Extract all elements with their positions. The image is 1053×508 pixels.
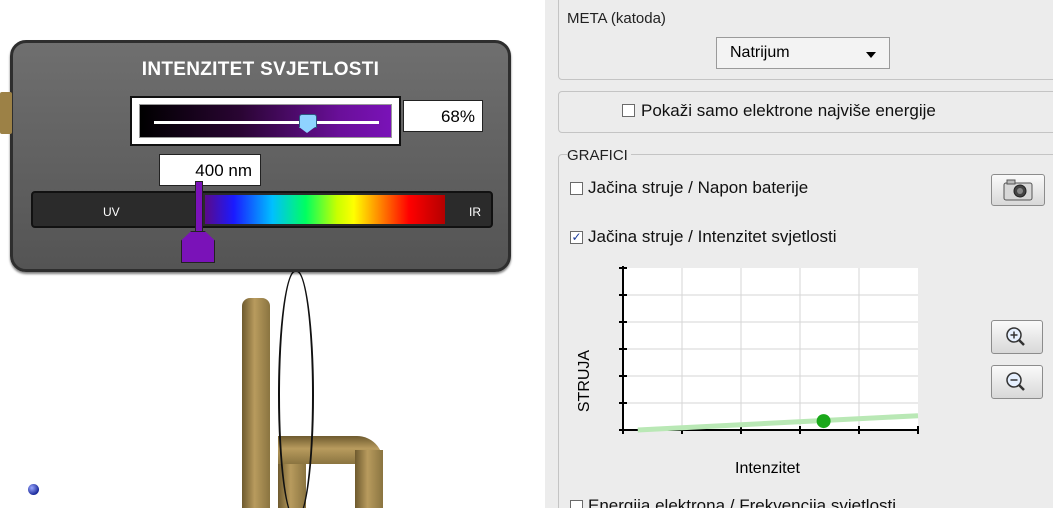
current-intensity-chart — [619, 266, 919, 434]
intensity-slider-track[interactable] — [139, 104, 392, 138]
intensity-slider-thumb-tip — [299, 127, 315, 133]
visible-spectrum — [205, 195, 445, 224]
wavelength-spectrum-slider[interactable]: UV IR — [31, 191, 493, 228]
panel-title: INTENZITET SVJETLOSTI — [141, 59, 380, 80]
ir-label: IR — [469, 205, 481, 219]
wavelength-value-field[interactable]: 400 nm — [159, 154, 261, 186]
intensity-slider-line — [154, 121, 379, 124]
intensity-slider[interactable] — [130, 96, 401, 146]
circuit-wire-down — [355, 450, 383, 508]
intensity-slider-thumb[interactable] — [299, 114, 317, 128]
simulation-area: INTENZITET SVJETLOSTI 68% 400 nm UV IR — [0, 0, 545, 508]
uv-label: UV — [103, 205, 120, 219]
circuit-wire-left — [242, 298, 270, 508]
intensity-value-field[interactable]: 68% — [403, 100, 483, 132]
electron-particle — [28, 484, 39, 495]
chart-x-axis-label: Intenzitet — [735, 460, 800, 477]
wavelength-marker — [195, 181, 203, 233]
wavelength-slider-thumb[interactable] — [181, 231, 215, 263]
light-beam — [278, 270, 314, 508]
chart-current-point — [816, 414, 831, 429]
chart-y-axis-label: STRUJA — [576, 349, 593, 413]
control-panel: META (katoda) Natrijum Pokaži samo elekt… — [545, 0, 1053, 508]
light-intensity-panel: INTENZITET SVJETLOSTI 68% 400 nm UV IR — [10, 40, 511, 272]
lamp-bracket — [0, 92, 12, 134]
